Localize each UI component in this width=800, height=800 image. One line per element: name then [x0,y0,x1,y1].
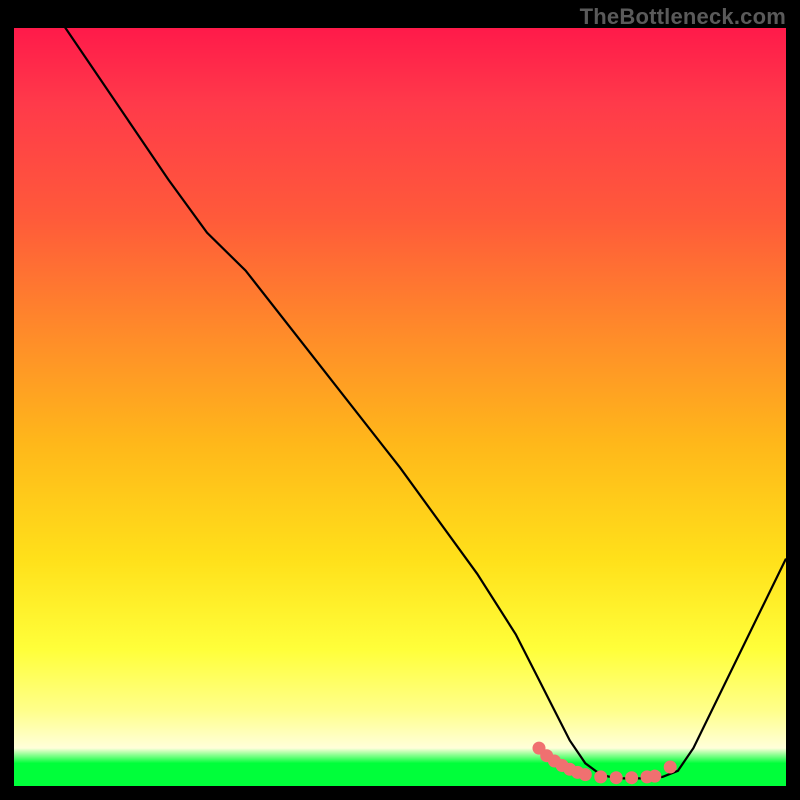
highlight-dot [594,770,607,783]
highlight-dot [625,771,638,784]
highlight-dot [610,771,623,784]
highlight-dot [664,761,677,774]
curve-path [14,28,786,778]
highlight-dot [648,770,661,783]
chart-container: TheBottleneck.com [0,0,800,800]
watermark: TheBottleneck.com [580,4,786,30]
highlight-dots [533,742,677,785]
chart-overlay [14,28,786,786]
highlight-dot [579,768,592,781]
